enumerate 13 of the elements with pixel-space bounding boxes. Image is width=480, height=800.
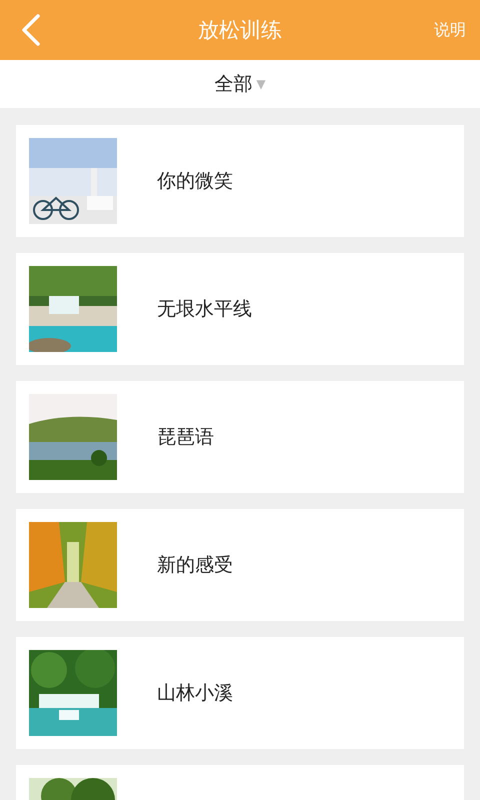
page-title: 放松训练 — [198, 18, 282, 42]
filter-dropdown[interactable]: 全部 — [214, 71, 252, 97]
list-item[interactable]: 新的感受 — [16, 509, 464, 621]
item-title: 新的感受 — [157, 553, 233, 578]
list-item[interactable]: 琵琶语 — [16, 381, 464, 493]
item-title: 山林小溪 — [157, 681, 233, 706]
list-item[interactable]: 无垠水平线 — [16, 253, 464, 365]
item-title: 无垠水平线 — [157, 297, 252, 322]
caret-icon: ▼ — [256, 77, 266, 91]
list-item[interactable]: 山林小溪 — [16, 637, 464, 749]
item-title: 你的微笑 — [157, 169, 233, 194]
item-title: 琵琶语 — [157, 425, 214, 450]
list-item[interactable]: 你的微笑 — [16, 125, 464, 237]
